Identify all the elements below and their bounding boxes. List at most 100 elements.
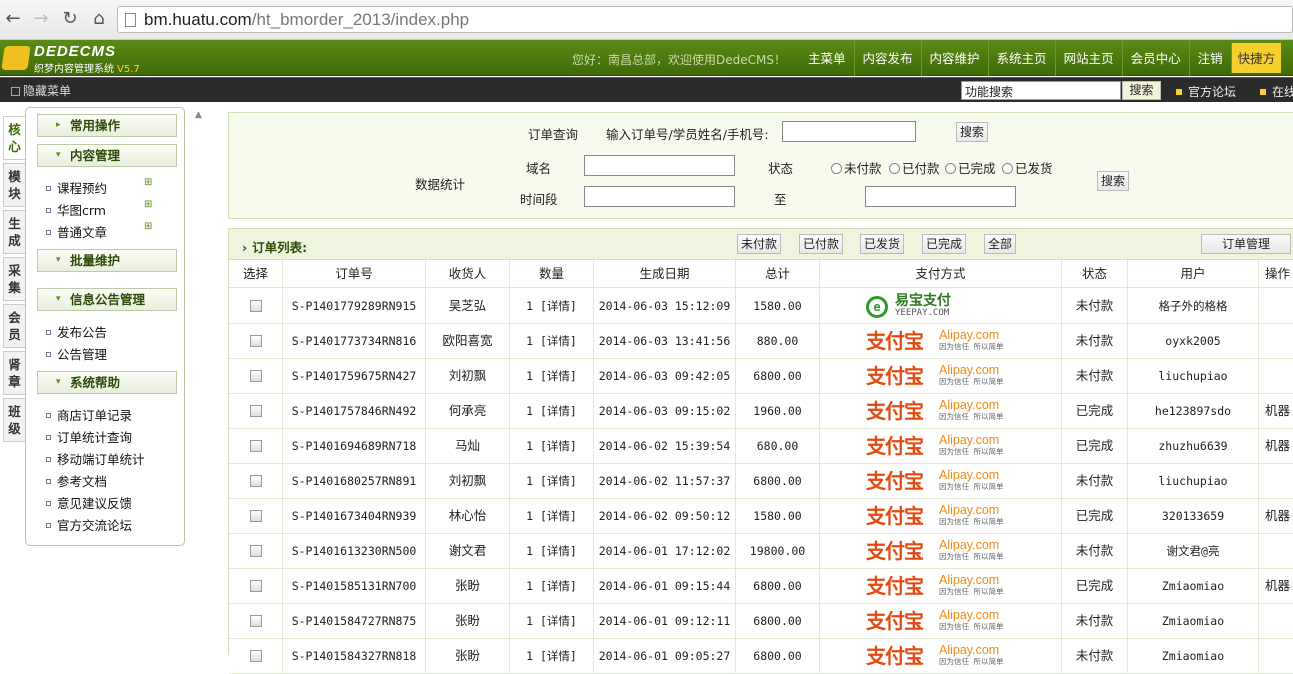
side-tab-template[interactable]: 肾章 (3, 351, 25, 395)
row-checkbox[interactable] (249, 580, 262, 592)
menu-item-manage-notice[interactable]: 公告管理 (46, 344, 107, 363)
menu-group-content[interactable]: ▾ 内容管理 (37, 144, 177, 167)
forward-icon[interactable]: → (30, 8, 52, 30)
period-start-input[interactable] (584, 186, 735, 207)
menu-group-notice[interactable]: ▾ 信息公告管理 (37, 288, 177, 311)
address-bar[interactable]: bm.huatu.com/ht_bmorder_2013/index.php (117, 6, 1293, 33)
operation-cell[interactable]: 机器 (1259, 429, 1293, 463)
menu-item-order-stats[interactable]: 订单统计查询 (46, 427, 132, 446)
nav-content-publish[interactable]: 内容发布 (853, 40, 921, 76)
order-search-button[interactable]: 搜索 (956, 122, 989, 142)
side-tab-collect[interactable]: 采集 (3, 257, 25, 301)
row-checkbox[interactable] (249, 370, 262, 382)
menu-item-shop-orders[interactable]: 商店订单记录 (46, 405, 132, 424)
nav-site-home[interactable]: 网站主页 (1054, 40, 1122, 76)
row-checkbox[interactable] (249, 615, 262, 627)
operation-cell[interactable]: 机器 (1259, 569, 1293, 603)
row-checkbox[interactable] (249, 405, 262, 417)
table-row[interactable]: S-P1401584327RN818 张盼 1 [详情] 2014-06-01 09:… (229, 639, 1293, 674)
operation-cell[interactable] (1259, 639, 1293, 673)
quantity-details-link[interactable]: 1 [详情] (510, 639, 594, 673)
operation-cell[interactable] (1259, 289, 1293, 323)
row-checkbox[interactable] (249, 335, 262, 347)
menu-item-course-booking[interactable]: 课程预约 ⊞ (46, 177, 152, 197)
add-icon[interactable]: ⊞ (144, 221, 155, 232)
online-link[interactable]: 在线 (1260, 83, 1293, 100)
table-row[interactable]: S-P1401673404RN939 林心怡 1 [详情] 2014-06-02 09… (229, 499, 1293, 534)
nav-member-center[interactable]: 会员中心 (1121, 40, 1189, 76)
row-checkbox[interactable] (249, 545, 262, 557)
nav-logout[interactable]: 注销 (1188, 40, 1231, 76)
quantity-details-link[interactable]: 1 [详情] (510, 534, 594, 568)
operation-cell[interactable] (1259, 534, 1293, 568)
row-checkbox[interactable] (249, 440, 262, 452)
table-row[interactable]: S-P1401757846RN492 何承亮 1 [详情] 2014-06-03 09… (229, 394, 1293, 429)
table-row[interactable]: S-P1401585131RN700 张盼 1 [详情] 2014-06-01 09:… (229, 569, 1293, 604)
back-icon[interactable]: ← (2, 8, 24, 30)
filter-shipped-button[interactable]: 已发货 (860, 234, 905, 254)
side-tab-member[interactable]: 会员 (3, 304, 25, 348)
order-search-input[interactable] (782, 121, 916, 142)
quantity-details-link[interactable]: 1 [详情] (510, 289, 594, 323)
scroll-up-icon[interactable]: ▲ (195, 110, 202, 120)
operation-cell[interactable]: 机器 (1259, 394, 1293, 428)
operation-cell[interactable]: 机器 (1259, 499, 1293, 533)
period-end-input[interactable] (865, 186, 1016, 207)
reload-icon[interactable]: ↻ (59, 8, 81, 30)
quantity-details-link[interactable]: 1 [详情] (510, 324, 594, 358)
filter-paid-button[interactable]: 已付款 (799, 234, 844, 254)
add-icon[interactable]: ⊞ (144, 199, 155, 210)
status-radio-unpaid[interactable]: 未付款 (831, 158, 882, 177)
menu-item-article[interactable]: 普通文章 ⊞ (46, 221, 152, 241)
quantity-details-link[interactable]: 1 [详情] (510, 464, 594, 498)
hide-menu-toggle[interactable]: 隐藏菜单 (11, 82, 71, 99)
table-row[interactable]: S-P1401773734RN816 欧阳喜宽 1 [详情] 2014-06-03 1… (229, 324, 1293, 359)
stats-search-button[interactable]: 搜索 (1097, 171, 1130, 191)
menu-scrollbar[interactable]: ▲ (190, 102, 206, 655)
status-radio-paid[interactable]: 已付款 (889, 158, 940, 177)
operation-cell[interactable] (1259, 464, 1293, 498)
domain-input[interactable] (584, 155, 735, 176)
table-row[interactable]: S-P1401779289RN915 吴芝弘 1 [详情] 2014-06-03 15… (229, 289, 1293, 324)
side-tab-module[interactable]: 模块 (3, 163, 25, 207)
filter-all-button[interactable]: 全部 (984, 234, 1017, 254)
menu-group-help[interactable]: ▾ 系统帮助 (37, 371, 177, 394)
radio-icon[interactable] (889, 163, 900, 174)
side-tab-system[interactable]: 班级 (3, 398, 25, 442)
menu-item-docs[interactable]: 参考文档 (46, 471, 107, 490)
function-search-button[interactable]: 搜索 (1122, 81, 1161, 100)
function-search-input[interactable]: 功能搜索 (961, 81, 1121, 100)
quantity-details-link[interactable]: 1 [详情] (510, 429, 594, 463)
quantity-details-link[interactable]: 1 [详情] (510, 499, 594, 533)
row-checkbox[interactable] (249, 650, 262, 662)
radio-icon[interactable] (945, 163, 956, 174)
quantity-details-link[interactable]: 1 [详情] (510, 604, 594, 638)
filter-unpaid-button[interactable]: 未付款 (737, 234, 782, 254)
table-row[interactable]: S-P1401759675RN427 刘初飘 1 [详情] 2014-06-03 09… (229, 359, 1293, 394)
menu-group-common[interactable]: ▸ 常用操作 (37, 114, 177, 137)
nav-main-menu[interactable]: 主菜单 (800, 40, 854, 76)
order-manage-button[interactable]: 订单管理 (1201, 234, 1291, 254)
menu-item-mobile-stats[interactable]: 移动端订单统计 (46, 449, 145, 468)
menu-item-forum[interactable]: 官方交流论坛 (46, 515, 132, 534)
add-icon[interactable]: ⊞ (144, 177, 155, 188)
table-row[interactable]: S-P1401613230RN500 谢文君 1 [详情] 2014-06-01 17… (229, 534, 1293, 569)
row-checkbox[interactable] (249, 300, 262, 312)
table-row[interactable]: S-P1401680257RN891 刘初飘 1 [详情] 2014-06-02 11… (229, 464, 1293, 499)
side-tab-generate[interactable]: 生成 (3, 210, 25, 254)
menu-item-feedback[interactable]: 意见建议反馈 (46, 493, 132, 512)
nav-system-home[interactable]: 系统主页 (987, 40, 1055, 76)
quantity-details-link[interactable]: 1 [详情] (510, 359, 594, 393)
row-checkbox[interactable] (249, 475, 262, 487)
nav-content-maintain[interactable]: 内容维护 (920, 40, 988, 76)
quick-button[interactable]: 快捷方 (1230, 43, 1282, 73)
table-row[interactable]: S-P1401584727RN875 张盼 1 [详情] 2014-06-01 09:… (229, 604, 1293, 639)
official-forum-link[interactable]: 官方论坛 (1176, 83, 1236, 100)
radio-icon[interactable] (831, 163, 842, 174)
table-row[interactable]: S-P1401694689RN718 马灿 1 [详情] 2014-06-02 15:… (229, 429, 1293, 464)
menu-item-huatu-crm[interactable]: 华图crm ⊞ (46, 199, 152, 219)
quantity-details-link[interactable]: 1 [详情] (510, 394, 594, 428)
menu-item-publish-notice[interactable]: 发布公告 (46, 322, 107, 341)
status-radio-shipped[interactable]: 已发货 (1002, 158, 1053, 177)
menu-group-batch[interactable]: ▾ 批量维护 (37, 249, 177, 272)
